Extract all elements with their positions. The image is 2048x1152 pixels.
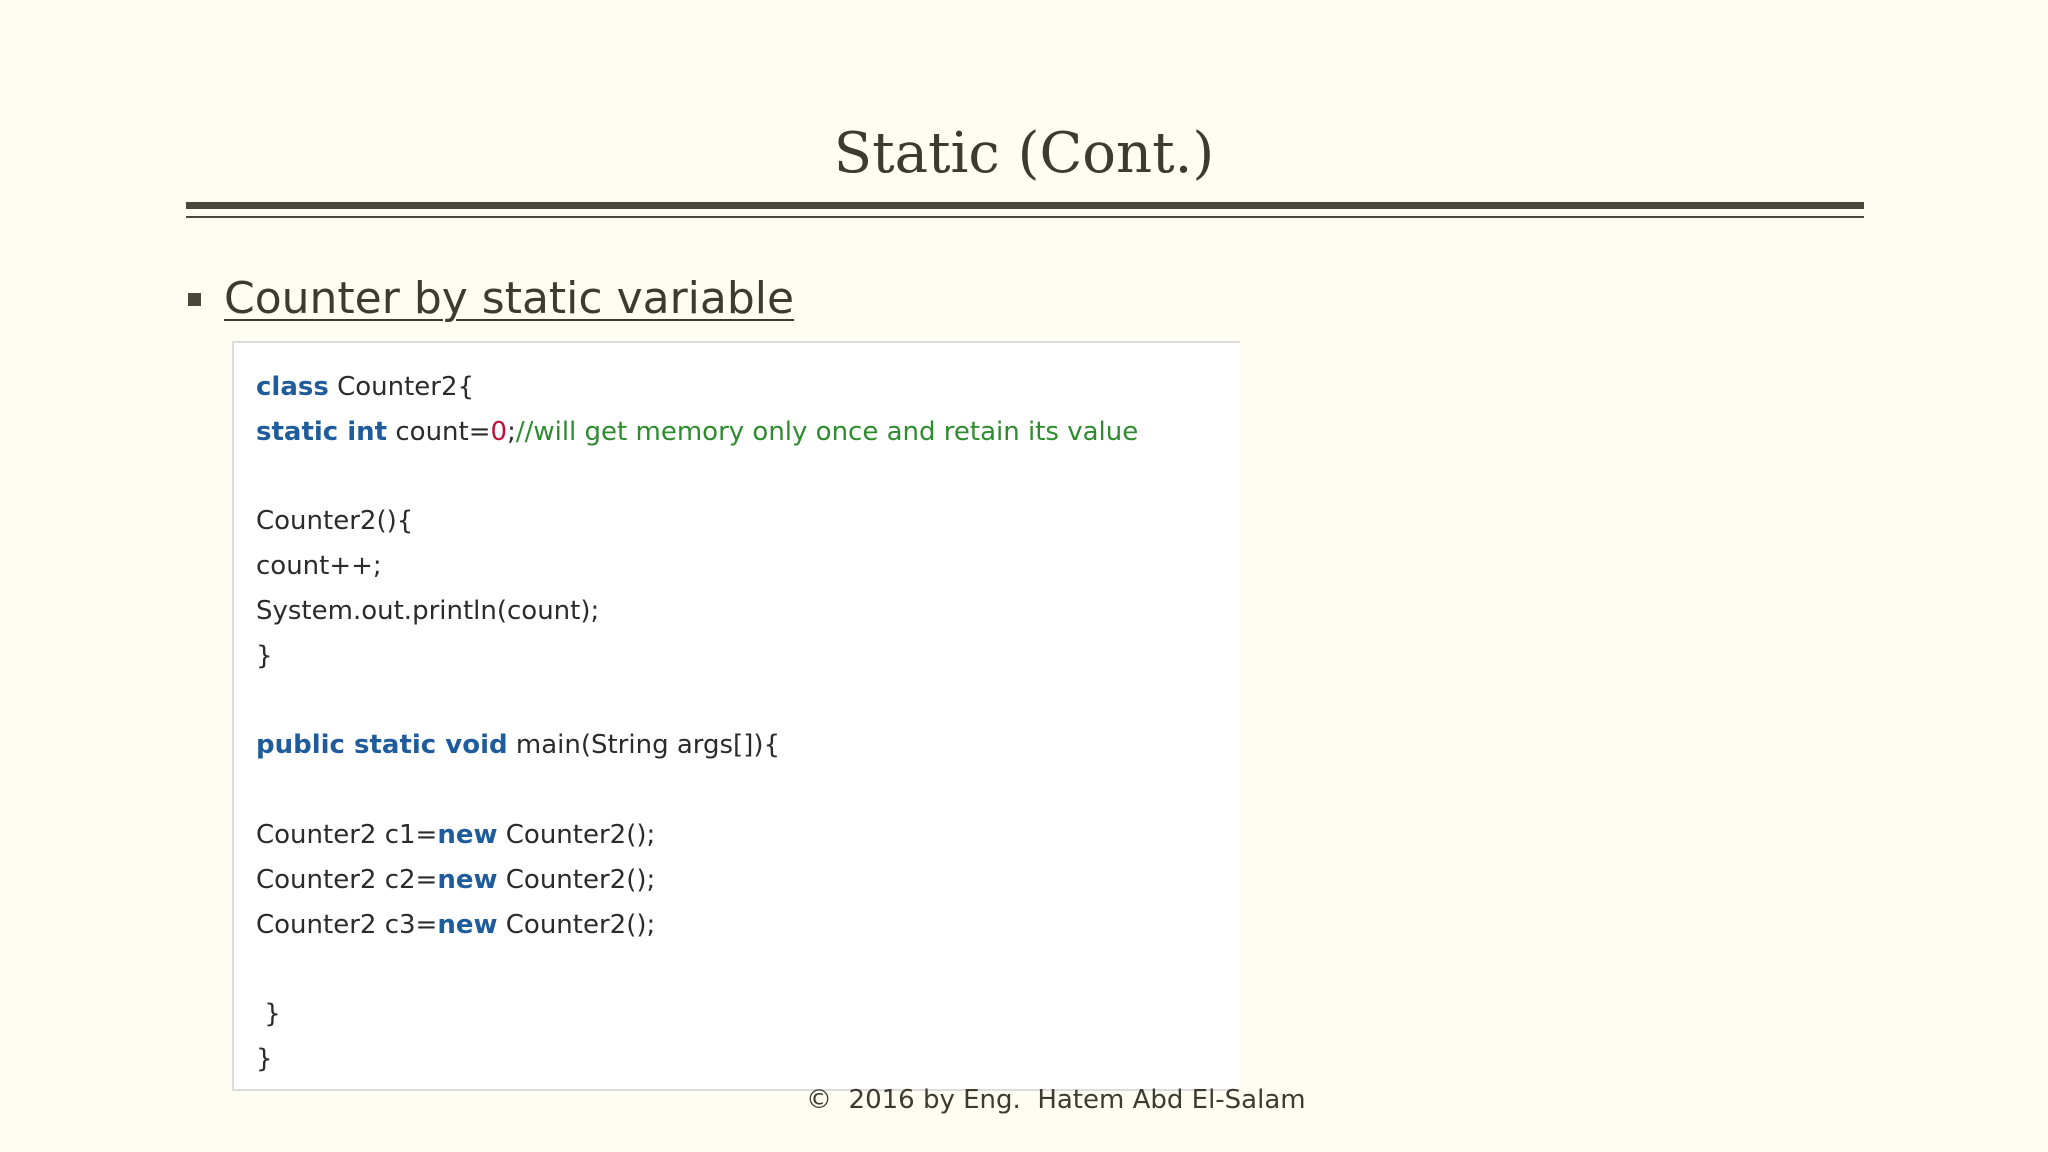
code-text: Counter2(); [497,909,656,940]
code-keyword: static int [256,416,388,447]
code-text: Counter2(); [497,819,656,850]
code-keyword: new [437,864,498,895]
code-text: Counter2 c2= [256,864,438,895]
code-line: Counter2 c1=new Counter2(); [256,813,1138,858]
code-text: count= [387,416,491,447]
title-divider-thin [186,216,1864,218]
code-line: Counter2(){ [256,506,414,537]
code-text: Counter2{ [328,372,475,402]
bullet-heading[interactable]: Counter by static variable [224,270,794,328]
copyright-footer: © 2016 by Eng. Hatem Abd El-Salam [806,1085,1306,1115]
code-block: class Counter2{ static int count=0;//wil… [232,341,1240,1091]
code-line: static int count=0;//will get memory onl… [256,410,1138,455]
code-keyword: public static void [256,730,508,761]
code-keyword: new [437,909,498,940]
code-line: } [256,1043,273,1074]
slide-title: Static (Cont.) [833,121,1215,186]
code-text: Counter2 c3= [256,909,438,940]
bullet-marker [188,293,201,306]
code-comment: //will get memory only once and retain i… [515,416,1139,447]
code-text: Counter2(); [497,864,656,895]
code-line: System.out.println(count); [256,595,600,626]
code-text: ; [507,416,516,447]
code-line: Counter2 c3=new Counter2(); [256,903,1138,948]
code-listing: class Counter2{ static int count=0;//wil… [256,365,1138,1082]
code-line: class Counter2{ [256,365,1138,410]
code-text: Counter2 c1= [256,819,438,850]
title-divider-thick [186,202,1864,209]
code-text: main(String args[]){ [507,730,781,761]
code-keyword: new [437,819,498,850]
code-line: count++; [256,551,382,582]
code-keyword: class [256,372,329,402]
code-number: 0 [490,416,508,447]
code-line: public static void main(String args[]){ [256,723,1138,768]
code-line: Counter2 c2=new Counter2(); [256,858,1138,903]
code-line: } [256,999,281,1030]
code-line: } [256,640,273,671]
